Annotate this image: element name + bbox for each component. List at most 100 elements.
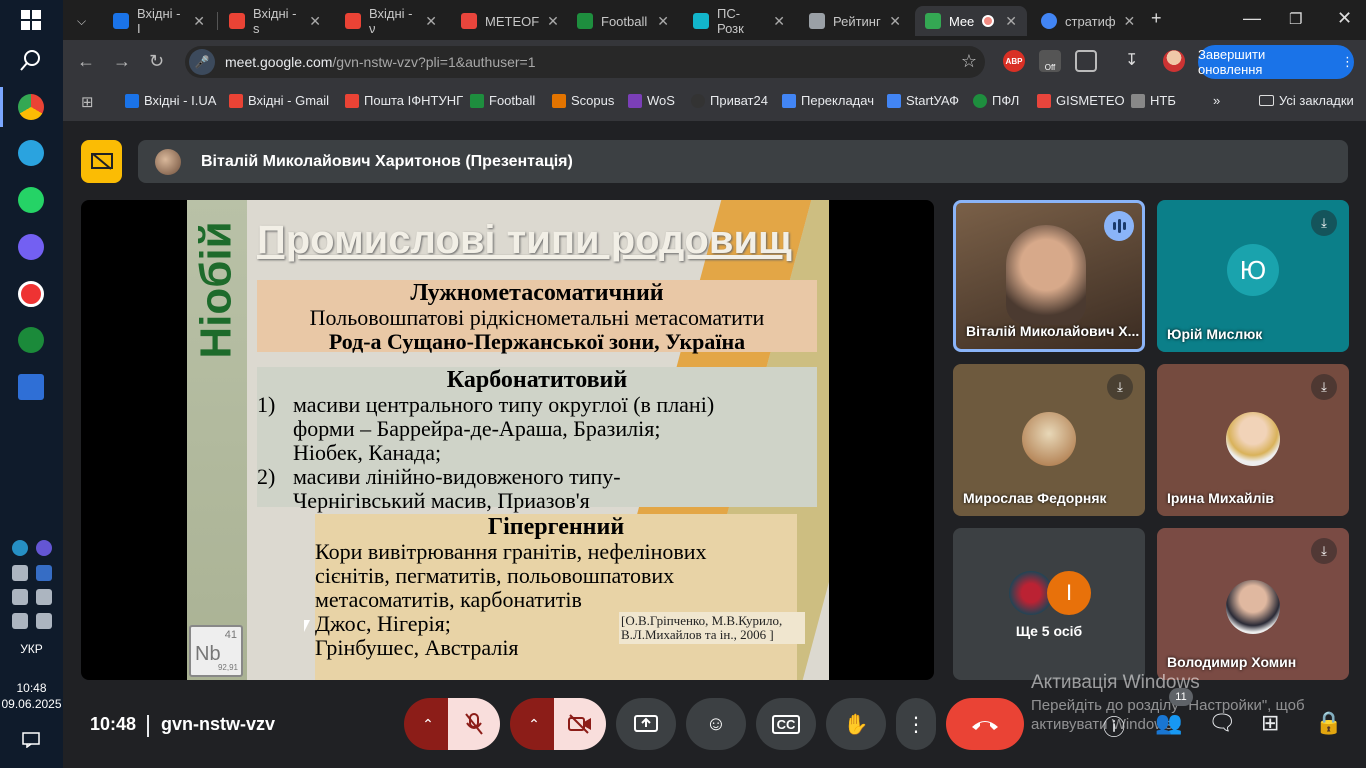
people-button[interactable]: 👥 [1155, 710, 1182, 736]
restore-button[interactable]: ❐ [1289, 10, 1302, 28]
participant-tile-more[interactable]: І Ще 5 осіб [953, 528, 1145, 680]
tab-7-active[interactable]: Mee ✕ [915, 6, 1027, 36]
apps-grid-icon[interactable]: ⊞ [81, 93, 94, 111]
wifi-icon[interactable] [36, 589, 52, 605]
bookmark-2[interactable]: Пошта ІФНТУНГ [345, 93, 463, 108]
close-icon[interactable]: ✕ [1124, 13, 1136, 30]
close-icon[interactable]: ✕ [309, 13, 321, 30]
taskbar-clock-date[interactable]: 09.06.2025 [0, 697, 63, 711]
microphone-tray-icon[interactable] [36, 613, 52, 629]
close-icon[interactable]: ✕ [547, 13, 559, 30]
tab-3[interactable]: METEOF ✕ [451, 6, 563, 36]
close-icon[interactable]: ✕ [193, 13, 205, 30]
present-off-icon [90, 152, 113, 170]
activities-button[interactable]: ⊞ [1261, 710, 1279, 736]
viber-tray-icon[interactable] [36, 540, 52, 556]
bookmark-8[interactable]: StartУАФ [887, 93, 959, 108]
download-icon[interactable]: ↧ [1125, 50, 1147, 72]
leave-call-button[interactable] [946, 698, 1024, 750]
profile-avatar[interactable] [1163, 50, 1185, 72]
save-app-taskbar-button[interactable] [8, 367, 54, 407]
chrome-taskbar-button[interactable] [8, 87, 54, 127]
participant-tile-1[interactable]: ⤓ Ю Юрій Мислюк [1157, 200, 1349, 352]
meeting-code[interactable]: gvn-nstw-vzv [161, 714, 275, 735]
participant-tile-3[interactable]: ⤓ Ірина Михайлів [1157, 364, 1349, 516]
meeting-details-button[interactable]: ⓘ [1103, 710, 1125, 742]
reactions-button[interactable]: ☺ [686, 698, 746, 750]
bookmarks-overflow-button[interactable]: » [1213, 93, 1220, 108]
captions-button[interactable]: CC [756, 698, 816, 750]
raise-hand-button[interactable]: ✋ [826, 698, 886, 750]
tab-2[interactable]: Вхідні - ν ✕ [335, 6, 447, 36]
adblock-extension-icon[interactable]: ABP [1003, 50, 1025, 72]
extension-off-icon[interactable]: Off [1039, 50, 1061, 72]
bookmark-11[interactable]: НТБ [1131, 93, 1176, 108]
new-tab-button[interactable]: + [1151, 8, 1162, 29]
close-window-button[interactable]: ✕ [1337, 8, 1352, 29]
chat-button[interactable]: 🗨 [1208, 710, 1236, 736]
tab-5[interactable]: ПС-Розк ✕ [683, 6, 795, 36]
bookmark-1[interactable]: Вхідні - Gmail [229, 93, 329, 108]
pen-app-taskbar-button[interactable] [8, 320, 54, 360]
telegram-taskbar-button[interactable] [8, 133, 54, 173]
video-options-button[interactable]: ⌃ [510, 698, 558, 750]
battery-icon[interactable] [12, 589, 28, 605]
tab-0[interactable]: Вхідні - I ✕ [103, 6, 215, 36]
microphone-toggle-button[interactable] [448, 698, 500, 750]
tab-search-button[interactable]: ⌵ [67, 6, 99, 36]
taskbar-clock-time[interactable]: 10:48 [0, 681, 63, 695]
close-icon[interactable]: ✕ [657, 13, 669, 30]
close-icon[interactable]: ✕ [773, 13, 785, 30]
tab-6[interactable]: Рейтинг ✕ [799, 6, 911, 36]
presentation-stage[interactable]: Ніобій 41 Nb 92,91 Промислові типи родов… [81, 200, 934, 680]
microphone-site-icon[interactable]: 🎤 [189, 49, 215, 75]
close-icon[interactable]: ✕ [1005, 13, 1017, 30]
host-controls-button[interactable]: 🔒 [1315, 710, 1342, 736]
participant-tile-2[interactable]: ⤓ Мирослав Федорняк [953, 364, 1145, 516]
telegram-tray-icon[interactable] [12, 540, 28, 556]
participant-tile-0[interactable]: Віталій Миколайович Х... [953, 200, 1145, 352]
monitor-tray-icon[interactable] [12, 565, 28, 581]
forward-button[interactable]: → [113, 51, 131, 72]
bookmark-5[interactable]: WoS [628, 93, 675, 108]
viber-taskbar-button[interactable] [8, 227, 54, 267]
notifications-button[interactable] [8, 720, 54, 760]
search-button[interactable] [8, 40, 54, 80]
participant-tile-5[interactable]: ⤓ Володимир Хомин [1157, 528, 1349, 680]
tray-row-2 [12, 565, 52, 581]
tab-8[interactable]: стратиф ✕ [1031, 6, 1143, 36]
back-button[interactable]: ← [77, 51, 95, 72]
bookmark-0[interactable]: Вхідні - I.UA [125, 93, 216, 108]
whatsapp-taskbar-button[interactable] [8, 180, 54, 220]
bookmark-6[interactable]: Приват24 [691, 93, 768, 108]
meet-favicon-icon [925, 13, 941, 29]
bookmark-7[interactable]: Перекладач [782, 93, 874, 108]
close-icon[interactable]: ✕ [425, 13, 437, 30]
bookmark-10[interactable]: GISMETEO [1037, 93, 1125, 108]
present-screen-button[interactable] [616, 698, 676, 750]
security-tray-icon[interactable] [36, 565, 52, 581]
extensions-puzzle-icon[interactable] [1075, 50, 1097, 72]
reload-button[interactable]: ↻ [149, 51, 164, 72]
input-language[interactable]: УКР [0, 642, 63, 656]
windows-start-button[interactable] [8, 0, 54, 40]
more-options-button[interactable]: ⋮ [896, 698, 936, 750]
camera-app-taskbar-button[interactable] [8, 274, 54, 314]
tab-4[interactable]: Football ✕ [567, 6, 679, 36]
bookmark-star-icon[interactable]: ☆ [961, 51, 977, 72]
address-bar[interactable]: 🎤 meet.google.com/gvn-nstw-vzv?pli=1&aut… [185, 46, 985, 78]
update-chrome-button[interactable]: Завершити оновлення ⋮ [1198, 45, 1354, 79]
audio-options-button[interactable]: ⌃ [404, 698, 452, 750]
tab-1[interactable]: Вхідні - s ✕ [219, 6, 331, 36]
camera-toggle-button[interactable] [554, 698, 606, 750]
volume-icon[interactable] [12, 613, 28, 629]
stop-presenting-button[interactable] [81, 140, 122, 183]
bookmark-9[interactable]: ПФЛ [973, 93, 1019, 108]
close-icon[interactable]: ✕ [889, 13, 901, 30]
tab-label: Рейтинг [833, 13, 881, 29]
url-text[interactable]: meet.google.com/gvn-nstw-vzv?pli=1&authu… [225, 54, 536, 70]
bookmark-3[interactable]: Football [470, 93, 535, 108]
minimize-button[interactable]: — [1243, 8, 1261, 29]
all-bookmarks-folder[interactable]: Усі закладки [1259, 93, 1354, 108]
bookmark-4[interactable]: Scopus [552, 93, 614, 108]
